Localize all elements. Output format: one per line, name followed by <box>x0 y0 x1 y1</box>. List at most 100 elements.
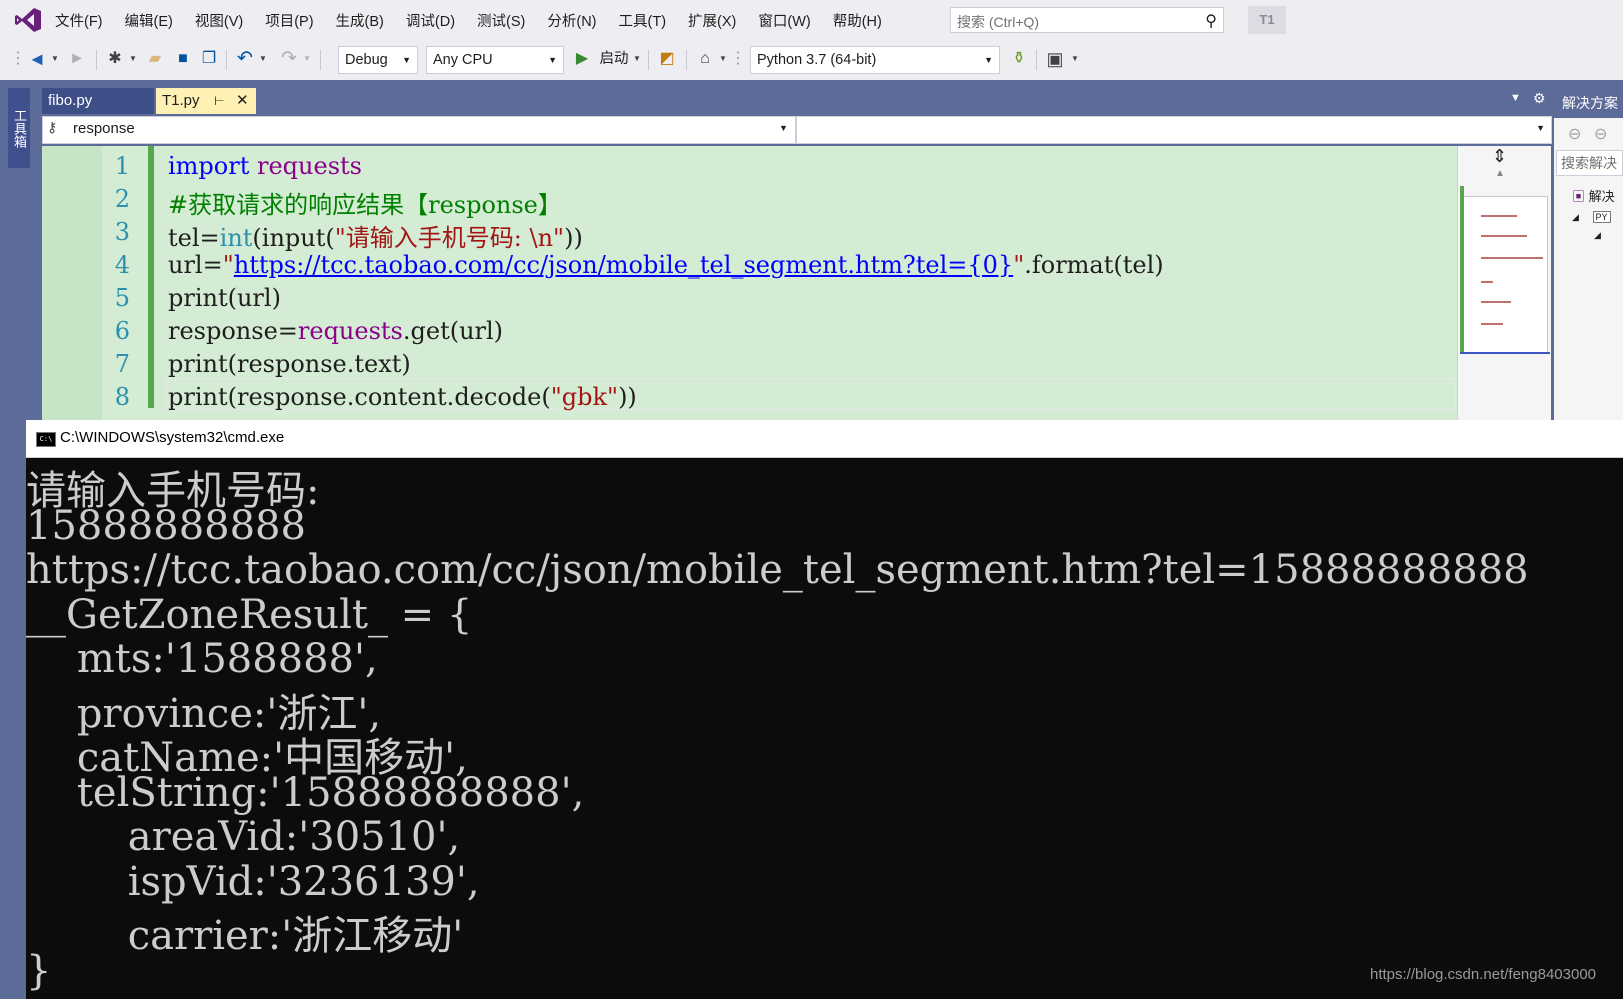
solution-configuration-select[interactable]: Debug ▼ <box>338 46 418 74</box>
console-line: ispVid:'3236139', <box>26 858 480 905</box>
tab-t1-py[interactable]: T1.py ⊢ ✕ <box>156 88 256 114</box>
layout-icon[interactable]: ▣ <box>1044 48 1066 70</box>
console-app-icon: C:\ <box>36 432 56 447</box>
back-dropdown-icon[interactable]: ▼ <box>50 48 60 70</box>
menu-items: 文件(F) 编辑(E) 视图(V) 项目(P) 生成(B) 调试(D) 测试(S) 分析(N)… <box>44 0 893 40</box>
toolbar-separator <box>648 50 649 70</box>
toolbar-grip-icon: ⋮ <box>730 50 746 67</box>
code-line: print(response.text) <box>168 350 411 378</box>
map-change-bar <box>1460 186 1464 352</box>
code-token: print(response.content.decode( <box>168 383 551 411</box>
map-line <box>1481 301 1511 303</box>
chevron-down-icon: ▼ <box>548 55 557 65</box>
start-button[interactable]: 启动 <box>596 48 632 70</box>
menu-item[interactable]: 编辑(E) <box>114 10 184 31</box>
scroll-up-icon[interactable]: ▲ <box>1495 168 1505 179</box>
start-play-icon[interactable]: ▶ <box>572 48 592 70</box>
python-project-icon: PY <box>1592 211 1611 223</box>
menu-item[interactable]: 调试(D) <box>395 10 466 31</box>
open-folder-icon[interactable]: ▰ <box>144 48 166 70</box>
code-token: url= <box>168 251 223 279</box>
window-dropdown-icon[interactable]: ▼ <box>718 48 728 70</box>
toolbar-separator <box>686 50 687 70</box>
map-view-indicator <box>1460 352 1550 354</box>
tab-label: T1.py <box>162 92 200 109</box>
map-line <box>1481 323 1503 325</box>
undo-dropdown-icon[interactable]: ▼ <box>258 48 268 70</box>
solution-search-input[interactable]: 搜索解决 <box>1556 150 1623 176</box>
menu-item[interactable]: 扩展(X) <box>677 10 747 31</box>
new-project-icon[interactable]: ✱ <box>104 48 126 70</box>
map-viewport[interactable] <box>1460 196 1548 354</box>
chevron-down-icon: ▼ <box>984 55 993 65</box>
solution-explorer-title[interactable]: 解决方案 <box>1554 88 1623 118</box>
toolbar-separator <box>320 50 321 70</box>
menu-item[interactable]: 窗口(W) <box>747 10 821 31</box>
menu-item[interactable]: 文件(F) <box>44 10 114 31</box>
solution-back-icon[interactable]: ⊖ <box>1568 124 1581 144</box>
split-editor-icon[interactable]: ⇕ <box>1492 146 1507 167</box>
expand-icon[interactable]: ◢ <box>1594 230 1601 241</box>
toolbar-separator <box>96 50 97 70</box>
menu-item[interactable]: 帮助(H) <box>822 10 893 31</box>
console-title-bar[interactable]: C:\ C:\WINDOWS\system32\cmd.exe <box>26 420 1623 458</box>
search-icon: ⚲ <box>1205 13 1217 30</box>
code-token: tel= <box>168 224 220 252</box>
menu-item[interactable]: 测试(S) <box>466 10 536 31</box>
code-token: " <box>222 251 234 279</box>
redo-icon[interactable]: ↷ <box>278 48 300 70</box>
standard-toolbar: ⋮ ◄ ▼ ► ✱ ▼ ▰ ■ ❐ ↶ ▼ ↷ ▼ Debug ▼ Any CP… <box>0 40 1623 80</box>
browse-icon[interactable]: ◩ <box>656 48 678 70</box>
map-line <box>1481 281 1493 283</box>
menu-item[interactable]: 生成(B) <box>325 10 395 31</box>
menu-item[interactable]: 项目(P) <box>254 10 324 31</box>
forward-icon[interactable]: ► <box>66 48 88 70</box>
chevron-down-icon: ▼ <box>402 55 411 65</box>
layout-dropdown-icon[interactable]: ▼ <box>1070 48 1080 70</box>
menu-item[interactable]: 分析(N) <box>536 10 607 31</box>
project-item[interactable]: ◢ PY <box>1572 208 1611 223</box>
new-dropdown-icon[interactable]: ▼ <box>128 48 138 70</box>
toolbar-separator <box>1036 50 1037 70</box>
redo-dropdown-icon[interactable]: ▼ <box>302 48 312 70</box>
configuration-value: Debug <box>345 52 388 68</box>
expand-icon: ◢ <box>1572 212 1579 222</box>
code-token: https://tcc.taobao.com/cc/json/mobile_te… <box>233 251 1014 279</box>
code-token: requests <box>297 317 403 345</box>
undo-icon[interactable]: ↶ <box>234 48 256 70</box>
member-dropdown[interactable]: ⚷ response ▼ <box>43 117 797 143</box>
search-input[interactable]: 搜索 (Ctrl+Q) ⚲ <box>950 7 1224 33</box>
code-line: print(url) <box>168 284 281 312</box>
solution-forward-icon[interactable]: ⊖ <box>1594 124 1607 144</box>
console-line: areaVid:'30510', <box>26 814 461 860</box>
visual-studio-logo-icon <box>15 8 41 32</box>
back-icon[interactable]: ◄ <box>26 48 48 70</box>
ide-frame-bottom <box>0 420 26 999</box>
watermark: https://blog.csdn.net/feng8403000 <box>1370 966 1597 983</box>
tab-list-dropdown-icon[interactable]: ▼ <box>1510 92 1521 104</box>
python-environment-select[interactable]: Python 3.7 (64-bit) ▼ <box>750 46 1000 74</box>
scope-dropdown-icon[interactable]: ▼ <box>1536 123 1545 133</box>
navigation-bar: ⚷ response ▼ ▼ <box>42 116 1552 144</box>
save-icon[interactable]: ■ <box>172 48 194 70</box>
code-token: )) <box>564 224 583 252</box>
start-dropdown-icon[interactable]: ▼ <box>632 48 642 70</box>
pin-icon[interactable]: ⊢ <box>214 88 224 114</box>
code-line: url="https://tcc.taobao.com/cc/json/mobi… <box>168 251 1164 279</box>
menu-item[interactable]: 视图(V) <box>184 10 254 31</box>
solution-root-item[interactable]: ▣ 解决 <box>1572 186 1615 205</box>
home-window-icon[interactable]: ⌂ <box>694 48 716 70</box>
gear-icon[interactable]: ⚙ <box>1533 90 1546 107</box>
code-line: import requests <box>168 152 362 180</box>
member-value: response <box>73 120 135 137</box>
project-badge[interactable]: T1 <box>1248 6 1286 34</box>
save-all-icon[interactable]: ❐ <box>198 48 220 70</box>
close-icon[interactable]: ✕ <box>236 88 249 114</box>
solution-platform-select[interactable]: Any CPU ▼ <box>426 46 564 74</box>
code-token: "gbk" <box>550 383 619 411</box>
tab-fibo-py[interactable]: fibo.py <box>42 88 154 114</box>
package-icon[interactable]: ⚱ <box>1008 48 1030 70</box>
menu-item[interactable]: 工具(T) <box>608 10 678 31</box>
console-line: carrier:'浙江移动' <box>26 913 464 959</box>
code-token: import <box>168 152 250 180</box>
